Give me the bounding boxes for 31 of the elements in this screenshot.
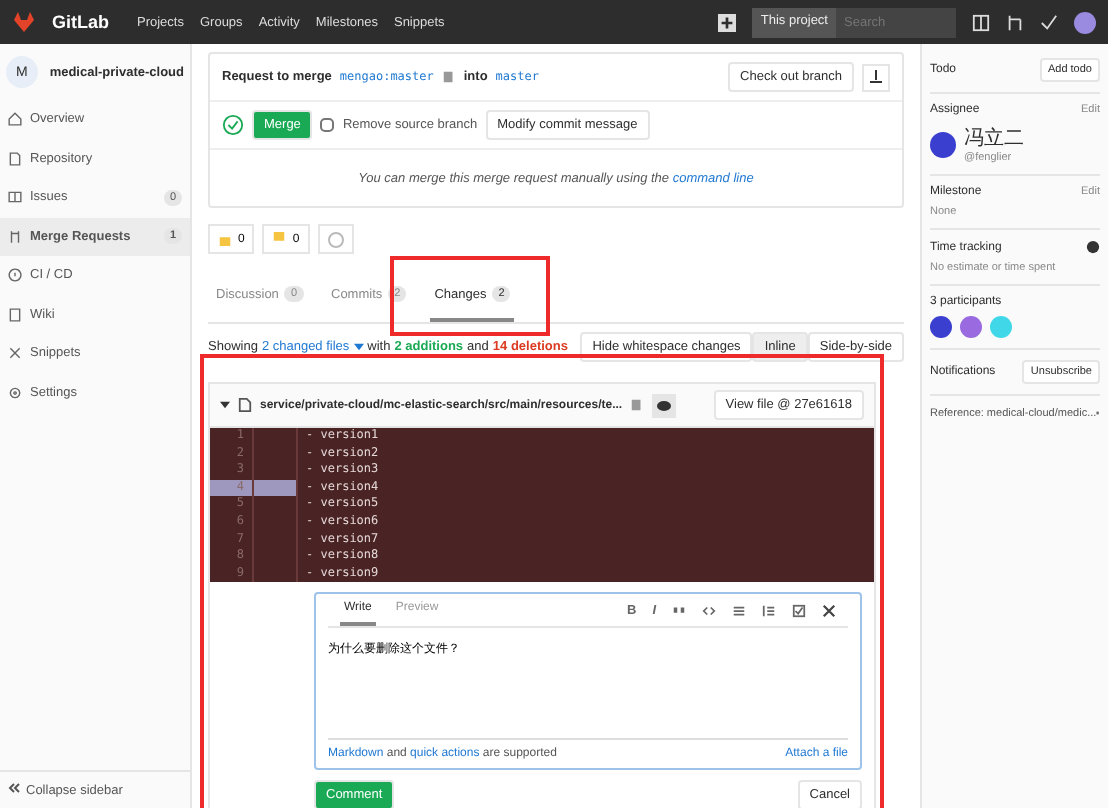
code-icon[interactable] (702, 603, 716, 618)
help-icon[interactable] (1086, 240, 1100, 254)
issues-icon (8, 190, 22, 205)
quote-icon[interactable] (672, 603, 686, 618)
comment-toggle-icon[interactable] (652, 393, 677, 417)
bullet-list-icon[interactable] (732, 603, 746, 618)
download-icon[interactable] (862, 63, 890, 91)
task-list-icon[interactable] (792, 603, 806, 618)
file-icon (238, 398, 252, 412)
assignee-name[interactable]: 冯立二 (964, 124, 1024, 152)
check-circle-icon (222, 114, 244, 136)
fox-logo-icon[interactable] (12, 10, 36, 34)
user-avatar[interactable] (1074, 11, 1096, 33)
settings-icon (8, 385, 22, 400)
panel-icon[interactable] (972, 13, 990, 31)
smiley-icon (327, 231, 344, 247)
numbered-list-icon[interactable] (762, 603, 776, 618)
participant-avatar[interactable] (960, 316, 982, 338)
participant-avatar[interactable] (930, 316, 952, 338)
caret-icon[interactable] (220, 400, 230, 410)
double-chevron-icon[interactable] (8, 782, 20, 794)
document-icon (8, 151, 22, 166)
new-line-number (254, 479, 298, 497)
assignee-avatar[interactable] (930, 131, 956, 157)
plus-icon[interactable] (718, 13, 737, 31)
remove-source-checkbox[interactable] (320, 118, 335, 132)
book-icon (8, 307, 22, 322)
checkmark-icon[interactable] (1040, 13, 1058, 31)
app-logo[interactable]: GitLab (52, 12, 109, 32)
fullscreen-icon[interactable] (822, 603, 836, 618)
home-icon (8, 112, 22, 127)
